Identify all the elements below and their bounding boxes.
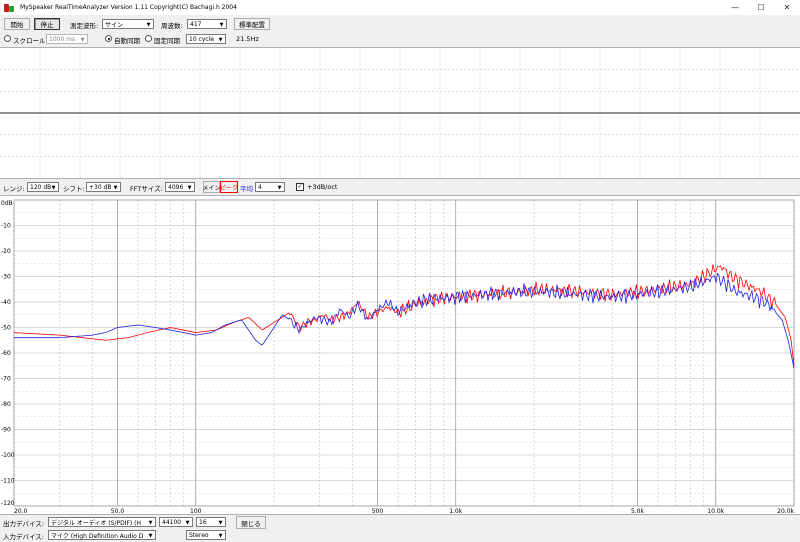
spectrum-panel: 0dB -10 -20 -30 -40 -50 -60 -70 -80 -90 -100 -110 -1… bbox=[0, 195, 800, 515]
chevron-down-icon: ▼ bbox=[277, 184, 282, 191]
app-icon bbox=[4, 3, 14, 13]
channel-select[interactable]: Stereo ▼ bbox=[186, 530, 226, 540]
chevron-down-icon: ▼ bbox=[148, 532, 153, 539]
input-device-value: マイク (High Definition Audio D bbox=[51, 532, 144, 540]
y-tick-label: -100 bbox=[1, 452, 15, 459]
y-tick-label: -60 bbox=[1, 350, 11, 357]
standard-layout-button[interactable]: 標準配置 bbox=[234, 18, 270, 30]
x-tick-label: 20.0 bbox=[14, 508, 28, 514]
y-tick-label: -50 bbox=[1, 325, 11, 332]
waveform-select[interactable]: サイン ▼ bbox=[102, 19, 154, 29]
frequency-label: 周波数: bbox=[161, 22, 183, 30]
measurement-toolbar: 開始 停止 測定波形: サイン ▼ 周波数: 417 ▼ 標準配置 bbox=[0, 16, 800, 31]
spectrum-toolbar: レンジ: 120 dB ▼ シフト: +30 dB ▼ FFTサイズ: 4096… bbox=[0, 180, 800, 194]
sample-rate-value: 44100 bbox=[162, 518, 182, 526]
average-select[interactable]: 4 ▼ bbox=[255, 182, 285, 192]
y-tick-label: -10 bbox=[1, 223, 11, 230]
maximize-button[interactable]: ☐ bbox=[748, 0, 774, 15]
y-tick-label: -70 bbox=[1, 376, 11, 383]
scroll-time-select[interactable]: 1000 ms ▼ bbox=[46, 34, 88, 44]
input-device-row: 入力デバイス: マイク (High Definition Audio D ▼ S… bbox=[0, 529, 800, 541]
fft-size-value: 4096 bbox=[168, 183, 184, 191]
range-select[interactable]: 120 dB ▼ bbox=[27, 182, 59, 192]
octave-checkbox[interactable]: ✓ bbox=[296, 183, 304, 191]
bit-depth-select[interactable]: 16 ▼ bbox=[196, 517, 226, 527]
auto-sync-radio[interactable] bbox=[105, 35, 112, 42]
chevron-down-icon: ▼ bbox=[146, 21, 151, 28]
fixed-sync-radio[interactable] bbox=[145, 35, 152, 42]
frequency-value: 417 bbox=[190, 20, 202, 28]
output-device-select[interactable]: デジタル オーディオ (S/PDIF) (H ▼ bbox=[48, 517, 156, 527]
cycle-value: 10 cycle bbox=[189, 35, 215, 43]
title-bar: MySpeaker RealTimeAnalyzer Version 1.11 … bbox=[0, 0, 800, 15]
auto-sync-label: 自動同期 bbox=[114, 37, 140, 45]
x-tick-label: 20.0k bbox=[777, 508, 794, 514]
shift-value: +30 dB bbox=[89, 183, 112, 191]
close-dialog-button[interactable]: 閉じる bbox=[236, 516, 266, 529]
y-tick-label: -90 bbox=[1, 427, 11, 434]
window-title: MySpeaker RealTimeAnalyzer Version 1.11 … bbox=[20, 4, 237, 11]
input-device-select[interactable]: マイク (High Definition Audio D ▼ bbox=[48, 530, 156, 540]
fft-size-label: FFTサイズ: bbox=[130, 185, 163, 193]
fft-size-select[interactable]: 4096 ▼ bbox=[165, 182, 195, 192]
chevron-down-icon: ▼ bbox=[219, 21, 224, 28]
chevron-down-icon: ▼ bbox=[80, 36, 85, 43]
input-device-label: 入力デバイス: bbox=[3, 533, 44, 541]
peak-button[interactable]: ピーク bbox=[220, 181, 238, 193]
start-button[interactable]: 開始 bbox=[4, 18, 30, 30]
channel-value: Stereo bbox=[189, 531, 209, 539]
fixed-sync-label: 固定同期 bbox=[154, 37, 180, 45]
y-tick-label: -110 bbox=[1, 478, 15, 485]
minimize-button[interactable]: — bbox=[722, 0, 748, 15]
output-device-row: 出力デバイス: デジタル オーディオ (S/PDIF) (H ▼ 44100 ▼… bbox=[0, 516, 800, 529]
scroll-label: スクロール bbox=[13, 37, 46, 45]
shift-select[interactable]: +30 dB ▼ bbox=[86, 182, 121, 192]
cycle-select[interactable]: 10 cycle ▼ bbox=[186, 34, 226, 44]
chevron-down-icon: ▼ bbox=[113, 184, 118, 191]
oscilloscope-panel bbox=[0, 47, 800, 179]
bit-depth-value: 16 bbox=[199, 518, 207, 526]
range-label: レンジ: bbox=[3, 185, 25, 193]
stop-button[interactable]: 停止 bbox=[34, 18, 60, 30]
waveform-label: 測定波形: bbox=[70, 22, 99, 30]
scope-toolbar: スクロール 1000 ms ▼ 自動同期 固定同期 10 cycle ▼ 21.… bbox=[0, 32, 800, 46]
average-label: 平均 bbox=[240, 185, 253, 193]
frequency-select[interactable]: 417 ▼ bbox=[187, 19, 227, 29]
waveform-value: サイン bbox=[105, 21, 124, 29]
chevron-down-icon: ▼ bbox=[218, 36, 223, 43]
output-device-value: デジタル オーディオ (S/PDIF) (H bbox=[51, 519, 142, 527]
oscilloscope-svg bbox=[0, 48, 800, 178]
shift-label: シフト: bbox=[63, 185, 85, 193]
x-tick-label: 1.0k bbox=[449, 508, 463, 514]
scroll-radio[interactable] bbox=[4, 35, 11, 42]
close-button[interactable]: ✕ bbox=[774, 0, 800, 15]
chevron-down-icon: ▼ bbox=[148, 519, 153, 526]
y-tick-label: -40 bbox=[1, 299, 11, 306]
x-tick-label: 100 bbox=[190, 508, 202, 514]
output-device-label: 出力デバイス: bbox=[3, 520, 44, 528]
y-tick-label: -80 bbox=[1, 401, 11, 408]
spectrum-chart: 0dB -10 -20 -30 -40 -50 -60 -70 -80 -90 -100 -110 -1… bbox=[1, 199, 795, 514]
y-tick-label: -30 bbox=[1, 274, 11, 281]
y-tick-label: -120 bbox=[1, 500, 15, 507]
chevron-down-icon: ▼ bbox=[218, 532, 223, 539]
chevron-down-icon: ▼ bbox=[51, 184, 56, 191]
range-value: 120 dB bbox=[30, 183, 52, 191]
chevron-down-icon: ▼ bbox=[218, 519, 223, 526]
chevron-down-icon: ▼ bbox=[187, 184, 192, 191]
x-tick-label: 500 bbox=[372, 508, 384, 514]
frequency-readout: 21.5Hz bbox=[236, 35, 259, 43]
x-tick-label: 5.0k bbox=[631, 508, 645, 514]
octave-label: +3dB/oct bbox=[307, 183, 338, 191]
y-tick-label: -20 bbox=[1, 248, 11, 255]
sample-rate-select[interactable]: 44100 ▼ bbox=[159, 517, 193, 527]
main-button[interactable]: メイン bbox=[203, 181, 221, 193]
y-tick-label: 0dB bbox=[1, 200, 13, 207]
x-tick-label: 50.0 bbox=[111, 508, 125, 514]
x-tick-label: 10.0k bbox=[707, 508, 724, 514]
scroll-time-value: 1000 ms bbox=[49, 35, 76, 43]
chevron-down-icon: ▼ bbox=[185, 519, 190, 526]
average-value: 4 bbox=[258, 183, 262, 191]
